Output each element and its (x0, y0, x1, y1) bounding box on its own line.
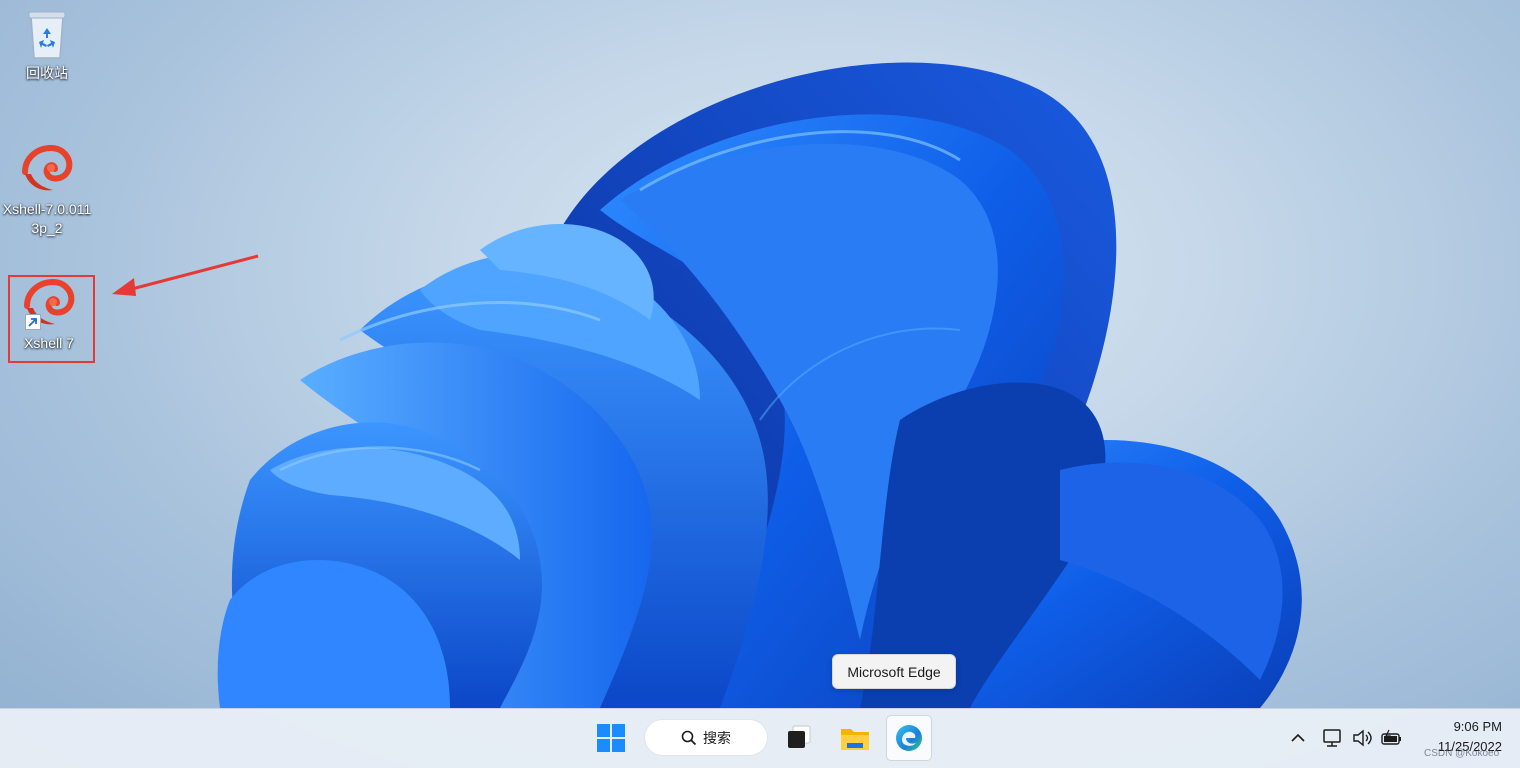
battery-tray-button[interactable] (1379, 725, 1405, 751)
shortcut-arrow-icon (25, 314, 41, 330)
wallpaper-bloom (217, 62, 1302, 708)
search-label: 搜索 (703, 729, 731, 746)
edge-tooltip: Microsoft Edge (832, 654, 956, 689)
xshell-icon (19, 142, 75, 198)
desktop-icon-label: Xshell-7.0.0113p_2 (2, 201, 92, 236)
watermark: CSDN @Kokoeo (1424, 748, 1500, 759)
desktop-icon-label: 回收站 (26, 65, 68, 81)
file-explorer-button[interactable] (832, 715, 878, 761)
clock-time: 9:06 PM (1453, 719, 1502, 734)
edge-icon (896, 725, 922, 751)
desktop-icon-xshell-shortcut[interactable]: Xshell 7 (4, 276, 94, 353)
folder-icon (841, 729, 869, 750)
volume-icon (1353, 729, 1372, 747)
taskbar-search-button[interactable]: 搜索 (644, 719, 768, 756)
start-button[interactable] (588, 715, 634, 761)
search-icon (681, 730, 697, 745)
annotation-arrow-icon (112, 254, 259, 296)
volume-tray-button[interactable] (1349, 725, 1375, 751)
show-hidden-icons-button[interactable] (1285, 725, 1311, 751)
windows-start-icon (597, 724, 625, 752)
task-view-button[interactable] (776, 715, 822, 761)
desktop: 回收站 Xshell-7.0.0113p_2 Xshell 7 Microsof… (0, 0, 1520, 768)
desktop-icon-xshell-installer[interactable]: Xshell-7.0.0113p_2 (2, 142, 92, 238)
chevron-up-icon (1291, 733, 1305, 742)
desktop-icon-recycle-bin[interactable]: 回收站 (2, 6, 92, 83)
network-icon (1323, 729, 1341, 747)
battery-icon (1381, 729, 1401, 745)
desktop-icon-label: Xshell 7 (24, 335, 74, 351)
xshell-icon (21, 276, 77, 332)
task-view-icon (788, 725, 811, 748)
recycle-bin-icon (19, 6, 75, 62)
taskbar: 搜索 9:06 PM 11/25/2022 (0, 708, 1520, 768)
network-tray-button[interactable] (1319, 725, 1345, 751)
edge-button[interactable] (886, 715, 932, 761)
